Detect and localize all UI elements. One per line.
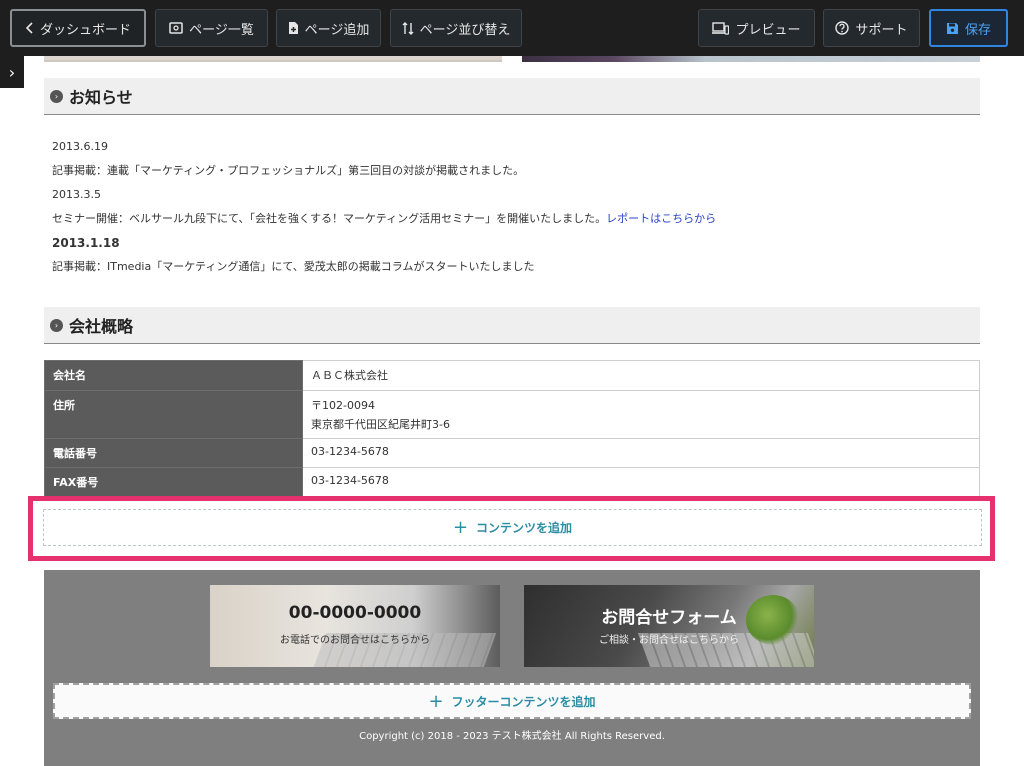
hero-image-right (522, 56, 980, 62)
form-banner-title: お問合せフォーム (601, 608, 737, 628)
hero-image-left (44, 56, 502, 62)
phone-banner-title: 00-0000-0000 (288, 603, 422, 623)
company-heading-title: 会社概略 (69, 317, 134, 336)
copyright: Copyright (c) 2018 - 2023 テスト株式会社 All Ri… (359, 731, 665, 742)
table-row: 電話番号 03-1234-5678 (44, 438, 980, 468)
news-date: 2013.3.5 (52, 188, 101, 201)
question-circle-icon (835, 21, 850, 35)
news-text: セミナー開催：ベルサール九段下にて、「会社を強くする！マーケティング活用セミナー… (52, 212, 607, 225)
chevron-left-icon (25, 22, 34, 34)
page-list-button-label: ページ一覧 (189, 22, 254, 38)
support-button[interactable]: サポート (823, 9, 920, 47)
preview-button-label: プレビュー (735, 22, 801, 38)
postal-code: 〒102-0094 (311, 399, 375, 412)
company-label: FAX番号 (44, 467, 303, 498)
add-footer-content-button[interactable]: + フッターコンテンツを追加 (53, 683, 971, 719)
company-value: 〒102-0094 東京都千代田区紀尾井町3-6 (302, 390, 980, 439)
phone-banner[interactable]: 00-0000-0000 お電話でのお問合せはこちらから (210, 585, 500, 667)
editor-toolbar: ダッシュボード ページ一覧 ページ追加 ページ並び替え プレビュー サポート 保… (0, 0, 1024, 56)
company-heading: › 会社概略 (44, 307, 980, 344)
news-heading: › お知らせ (44, 78, 980, 115)
save-button[interactable]: 保存 (929, 9, 1008, 47)
company-label: 住所 (44, 390, 303, 439)
plus-icon: + (428, 690, 444, 712)
chevron-circle-icon: › (50, 89, 63, 103)
phone-banner-sub: お電話でのお問合せはこちらから (280, 635, 430, 646)
company-value: 03-1234-5678 (302, 438, 980, 468)
news-date: 2013.1.18 (52, 236, 120, 250)
news-item: セミナー開催：ベルサール九段下にて、「会社を強くする！マーケティング活用セミナー… (52, 211, 972, 235)
file-plus-icon (288, 21, 299, 35)
news-text: 記事掲載：連載「マーケティング・プロフェッショナルズ」第三回目の対談が掲載されま… (52, 164, 525, 177)
add-content-label: コンテンツを追加 (476, 521, 573, 535)
sort-icon (402, 21, 414, 35)
chevron-right-icon: › (8, 62, 16, 82)
contact-form-banner[interactable]: お問合せフォーム ご相談・お問合せはこちらから (524, 585, 814, 667)
news-list: 2013.6.19 記事掲載：連載「マーケティング・プロフェッショナルズ」第三回… (52, 139, 972, 283)
address: 東京都千代田区紀尾井町3-6 (311, 418, 450, 431)
report-link[interactable]: レポートはこちらから (606, 212, 716, 225)
page-sort-button[interactable]: ページ並び替え (390, 9, 522, 47)
page-list-icon (169, 21, 183, 35)
company-label: 会社名 (44, 360, 303, 391)
devices-icon (712, 21, 730, 35)
news-date: 2013.6.19 (52, 140, 108, 153)
dashboard-button[interactable]: ダッシュボード (10, 9, 146, 47)
sidebar-toggle[interactable]: › (0, 56, 24, 88)
chevron-circle-icon: › (50, 318, 63, 332)
company-value: 03-1234-5678 (302, 467, 980, 498)
news-text: 記事掲載：ITmedia「マーケティング通信」にて、愛茂太郎の掲載コラムがスター… (52, 260, 535, 273)
save-button-label: 保存 (964, 22, 991, 38)
table-row: FAX番号 03-1234-5678 (44, 467, 980, 498)
footer: 00-0000-0000 お電話でのお問合せはこちらから お問合せフォーム ご相… (44, 570, 980, 766)
page-list-button[interactable]: ページ一覧 (155, 9, 268, 47)
news-heading-title: お知らせ (69, 88, 133, 107)
add-content-button[interactable]: + コンテンツを追加 (43, 509, 982, 546)
add-footer-content-label: フッターコンテンツを追加 (451, 694, 596, 709)
company-table: 会社名 ＡＢＣ株式会社 住所 〒102-0094 東京都千代田区紀尾井町3-6 … (44, 360, 980, 498)
table-row: 住所 〒102-0094 東京都千代田区紀尾井町3-6 (44, 390, 980, 439)
company-value: ＡＢＣ株式会社 (302, 360, 980, 391)
support-button-label: サポート (855, 22, 908, 38)
page-add-button[interactable]: ページ追加 (276, 9, 381, 47)
form-banner-sub: ご相談・お問合せはこちらから (599, 635, 739, 646)
floppy-disk-icon (946, 22, 959, 35)
plus-icon: + (452, 517, 469, 538)
preview-button[interactable]: プレビュー (698, 9, 815, 47)
dashboard-button-label: ダッシュボード (39, 22, 131, 38)
table-row: 会社名 ＡＢＣ株式会社 (44, 360, 980, 391)
page-add-button-label: ページ追加 (304, 22, 370, 38)
company-label: 電話番号 (44, 438, 303, 468)
page-sort-button-label: ページ並び替え (419, 22, 511, 38)
